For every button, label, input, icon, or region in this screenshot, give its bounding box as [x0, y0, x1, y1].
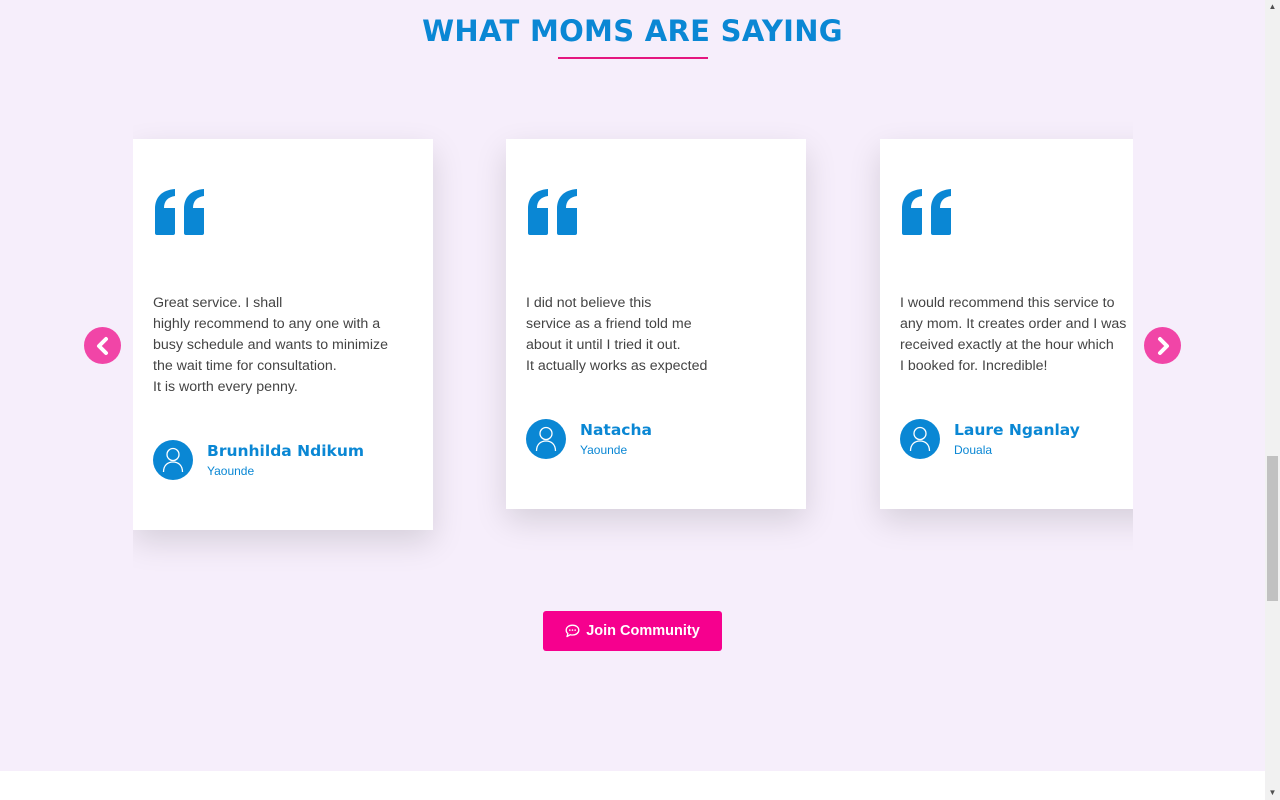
author-city: Yaounde [580, 442, 628, 457]
testimonial-text: Great service. I shall highly recommend … [153, 295, 389, 395]
avatar [900, 419, 940, 459]
scrollbar-thumb[interactable] [1267, 456, 1278, 601]
testimonial-text: I would recommend this service to any mo… [900, 295, 1127, 374]
author-name: Laure Nganlay [954, 420, 1080, 439]
chat-bubble-icon [565, 624, 580, 638]
user-icon [909, 426, 931, 452]
author-meta: Laure Nganlay Douala [954, 420, 1080, 459]
testimonial-card: I would recommend this service to any mo… [880, 139, 1133, 509]
testimonial-card: I did not believe this service as a frie… [506, 139, 806, 509]
scroll-up-arrow-icon[interactable]: ▲ [1265, 0, 1280, 14]
author-city: Yaounde [207, 463, 255, 478]
title-underline [558, 57, 708, 59]
testimonials-section: WHAT MOMS ARE SAYING Great service. I sh… [0, 0, 1265, 771]
page-scrollbar[interactable]: ▲ ▼ [1265, 0, 1280, 800]
avatar [153, 440, 193, 480]
testimonial-card: Great service. I shall highly recommend … [133, 139, 433, 530]
author-meta: Brunhilda Ndikum Yaounde [207, 441, 364, 480]
testimonial-author: Brunhilda Ndikum Yaounde [153, 440, 413, 480]
author-city: Douala [954, 442, 993, 457]
author-name: Brunhilda Ndikum [207, 441, 365, 460]
author-name: Natacha [580, 420, 652, 439]
user-icon [162, 447, 184, 473]
quote-icon [528, 189, 577, 235]
scroll-down-arrow-icon[interactable]: ▼ [1265, 786, 1280, 800]
testimonial-carousel[interactable]: Great service. I shall highly recommend … [133, 100, 1133, 580]
chevron-left-icon [96, 336, 108, 355]
carousel-prev-button[interactable] [84, 327, 121, 364]
user-icon [535, 426, 557, 452]
author-meta: Natacha Yaounde [580, 420, 652, 459]
quote-icon [902, 189, 951, 235]
join-community-label: Join Community [586, 623, 700, 639]
chevron-right-icon [1157, 336, 1169, 355]
testimonial-author: Natacha Yaounde [526, 419, 786, 459]
avatar [526, 419, 566, 459]
section-title: WHAT MOMS ARE SAYING [422, 14, 843, 48]
carousel-next-button[interactable] [1144, 327, 1181, 364]
quote-icon [155, 189, 204, 235]
testimonial-author: Laure Nganlay Douala [900, 419, 1133, 459]
join-community-button[interactable]: Join Community [543, 611, 722, 651]
testimonial-text: I did not believe this service as a frie… [526, 295, 708, 374]
